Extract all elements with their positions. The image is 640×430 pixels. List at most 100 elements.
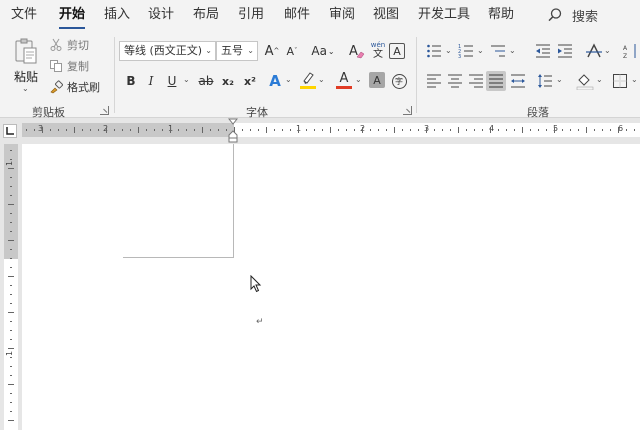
subscript-button[interactable]: x₂ [218,71,238,91]
change-case-icon: Aa [311,44,327,58]
decrease-indent-icon[interactable] [535,43,551,59]
numbering-dropdown-icon[interactable]: ⌄ [477,46,484,55]
text-effects-icon: A [269,72,281,90]
ruler-tick [482,129,483,131]
search-icon[interactable] [547,7,563,23]
multilevel-dropdown-icon[interactable]: ⌄ [509,46,516,55]
superscript-button[interactable]: x² [240,71,260,91]
tab-insert[interactable]: 插入 [104,6,130,26]
enclose-characters-icon: 字 [391,73,407,89]
grow-font-button[interactable]: A ^ [262,41,282,61]
bold-button[interactable]: B [121,71,141,91]
increase-indent-icon[interactable] [557,43,573,59]
bullets-icon[interactable] [426,43,442,59]
tab-review[interactable]: 审阅 [329,6,355,26]
highlight-dropdown-icon[interactable]: ⌄ [318,75,325,84]
cut-button[interactable]: 剪切 [49,37,89,53]
line-spacing-icon[interactable] [537,73,553,89]
strikethrough-button[interactable]: ab [196,71,216,91]
shading-dropdown-icon[interactable]: ⌄ [596,75,603,84]
font-color-dropdown-icon[interactable]: ⌄ [355,75,362,84]
document-canvas[interactable]: ↵ [22,144,640,430]
copy-button[interactable]: 复制 [49,58,89,74]
align-left-icon[interactable] [426,73,442,89]
ruler-tick [338,129,339,131]
search-label[interactable]: 搜索 [572,6,598,25]
font-color-swatch [336,85,352,89]
ruler-tick [594,129,595,131]
distributed-icon[interactable] [510,73,526,89]
ruler-tick [434,129,435,131]
phonetic-guide-button[interactable]: wén 文 [368,40,388,60]
clear-formatting-button[interactable]: A [347,41,367,61]
ruler-tick [450,129,451,131]
ruler-tick [130,129,131,131]
align-right-icon[interactable] [468,73,484,89]
tab-help[interactable]: 帮助 [488,6,514,26]
sort-icon[interactable]: AZ [623,43,639,59]
highlight-button[interactable] [298,70,318,90]
vertical-ruler[interactable]: 1 1 [4,144,18,430]
numbering-icon[interactable]: 123 [458,43,474,59]
clipboard-launcher-icon[interactable] [100,106,109,115]
justify-button[interactable] [486,71,506,91]
ruler-tick [530,129,531,131]
borders-dropdown-icon[interactable]: ⌄ [631,75,638,84]
tab-layout[interactable]: 布局 [193,6,219,26]
ruler-tick [394,127,395,133]
text-effects-button[interactable]: A [265,71,285,91]
ruler-tick [10,159,12,160]
tab-references[interactable]: 引用 [238,6,264,26]
mouse-pointer-icon [250,275,262,293]
chinese-layout-dropdown-icon[interactable]: ⌄ [604,46,611,55]
paste-dropdown-icon[interactable]: ⌄ [22,84,29,93]
subscript-icon: x₂ [222,74,234,88]
bold-icon: B [126,74,136,88]
tab-view[interactable]: 视图 [373,6,399,26]
ruler-tick [442,129,443,131]
ruler-tick [178,129,179,131]
clear-formatting-icon: A [349,44,365,59]
multilevel-list-icon[interactable] [490,43,506,59]
ruler-tick [506,129,507,131]
tab-design[interactable]: 设计 [148,6,174,26]
ruler-tick [10,222,12,223]
borders-icon[interactable] [612,73,628,89]
font-name-combo[interactable]: 等线 (西文正文) ⌄ [119,41,216,61]
enclose-characters-button[interactable]: 字 [389,71,409,91]
tab-selector-icon[interactable] [3,124,17,138]
indent-marker-icon[interactable] [228,118,238,144]
line-spacing-dropdown-icon[interactable]: ⌄ [556,75,563,84]
align-center-icon[interactable] [447,73,463,89]
tab-file[interactable]: 文件 [11,6,37,26]
font-color-button[interactable]: A [334,70,354,90]
text-effects-dropdown-icon[interactable]: ⌄ [285,75,292,84]
font-size-combo[interactable]: 五号 ⌄ [216,41,258,61]
ruler-tick [274,129,275,131]
tab-mailings[interactable]: 邮件 [284,6,310,26]
underline-dropdown-icon[interactable]: ⌄ [183,75,190,84]
underline-button[interactable]: U [162,71,182,91]
change-case-button[interactable]: Aa ⌄ [308,41,338,61]
bullets-dropdown-icon[interactable]: ⌄ [445,46,452,55]
character-border-button[interactable]: A [389,43,405,59]
format-painter-button[interactable]: 格式刷 [49,79,100,95]
character-shading-button[interactable]: A [369,72,385,88]
chinese-layout-icon[interactable] [585,42,603,60]
ruler-number: 1 [5,160,15,167]
paste-icon[interactable] [12,37,40,65]
horizontal-ruler[interactable]: 3 2 1 1 2 3 4 5 6 [22,123,640,137]
horizontal-ruler-bar: 3 2 1 1 2 3 4 5 6 [0,118,640,144]
ruler-tick [10,330,12,331]
italic-button[interactable]: I [141,71,161,91]
tab-developer[interactable]: 开发工具 [418,6,470,26]
paste-label[interactable]: 粘贴 [14,68,38,85]
shrink-font-button[interactable]: Aˇ [282,41,302,61]
copy-icon [50,60,62,72]
paint-bucket-icon[interactable] [576,72,594,90]
tab-home[interactable]: 开始 [59,6,86,29]
ruler-tick [330,127,331,133]
font-launcher-icon[interactable] [403,106,412,115]
text-boundary-vertical [233,144,234,258]
ruler-tick [138,127,139,133]
